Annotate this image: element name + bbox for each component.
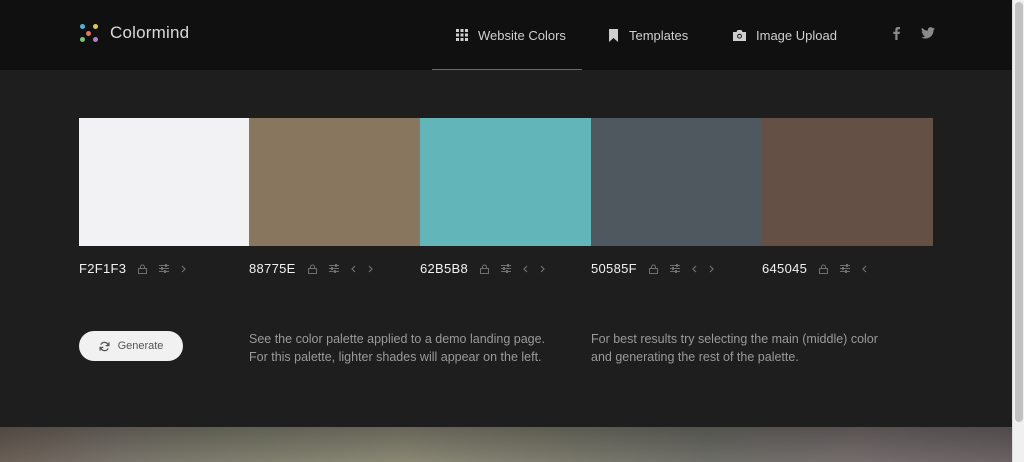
chevron-left-icon[interactable] xyxy=(350,265,356,273)
top-navbar: Colormind Website Colors Templates Image… xyxy=(0,0,1012,70)
scrollbar-thumb[interactable] xyxy=(1015,2,1023,422)
color-swatch-4[interactable] xyxy=(591,118,762,246)
facebook-icon[interactable] xyxy=(893,27,900,43)
grid-icon xyxy=(456,29,468,41)
chevron-right-icon[interactable] xyxy=(181,265,187,273)
hex-code[interactable]: 88775E xyxy=(249,261,296,276)
generate-label: Generate xyxy=(117,340,164,352)
lock-icon[interactable] xyxy=(138,264,148,274)
color-swatch-1[interactable] xyxy=(79,118,249,246)
adjust-sliders-icon[interactable] xyxy=(159,264,170,273)
info-line: For best results try selecting the main … xyxy=(591,332,878,346)
color-palette xyxy=(79,118,933,246)
chevron-left-icon[interactable] xyxy=(862,265,867,273)
chevron-right-icon[interactable] xyxy=(540,265,545,273)
bookmark-icon xyxy=(608,28,619,42)
info-line: For this palette, lighter shades will ap… xyxy=(249,350,542,364)
chevron-right-icon[interactable] xyxy=(709,265,714,273)
lock-icon[interactable] xyxy=(819,264,829,274)
color-swatch-2[interactable] xyxy=(249,118,420,246)
info-line: and generating the rest of the palette. xyxy=(591,350,799,364)
nav-image-upload[interactable]: Image Upload xyxy=(733,0,837,70)
adjust-sliders-icon[interactable] xyxy=(328,264,339,273)
demo-info-text: See the color palette applied to a demo … xyxy=(249,330,545,366)
lock-icon[interactable] xyxy=(307,264,317,274)
adjust-sliders-icon[interactable] xyxy=(501,264,512,273)
chevron-left-icon[interactable] xyxy=(523,265,528,273)
nav-website-colors[interactable]: Website Colors xyxy=(456,0,566,70)
chevron-left-icon[interactable] xyxy=(692,265,697,273)
hex-code[interactable]: 62B5B8 xyxy=(420,261,468,276)
swatch-controls-2: 88775E xyxy=(249,261,373,276)
nav-label: Templates xyxy=(629,27,689,43)
vertical-scrollbar[interactable] xyxy=(1012,0,1024,462)
hex-code[interactable]: F2F1F3 xyxy=(79,261,126,276)
lock-icon[interactable] xyxy=(480,264,490,274)
hex-code[interactable]: 645045 xyxy=(762,261,807,276)
swatch-controls-3: 62B5B8 xyxy=(420,261,545,276)
refresh-icon xyxy=(99,341,110,352)
swatch-controls-5: 645045 xyxy=(762,261,867,276)
color-swatch-3[interactable] xyxy=(420,118,591,246)
info-line: See the color palette applied to a demo … xyxy=(249,332,546,346)
swatch-controls-1: F2F1F3 xyxy=(79,261,187,276)
camera-icon xyxy=(733,29,746,41)
adjust-sliders-icon[interactable] xyxy=(840,264,851,273)
colormind-logo-icon xyxy=(78,22,100,44)
brand-logo[interactable]: Colormind xyxy=(78,22,189,44)
twitter-icon[interactable] xyxy=(921,27,935,42)
active-tab-indicator xyxy=(432,69,582,70)
demo-preview-image xyxy=(0,427,1012,462)
chevron-right-icon[interactable] xyxy=(368,265,373,273)
adjust-sliders-icon[interactable] xyxy=(669,264,680,273)
lock-icon[interactable] xyxy=(648,264,658,274)
nav-label: Website Colors xyxy=(478,27,566,43)
generate-button[interactable]: Generate xyxy=(79,331,183,361)
tip-text: For best results try selecting the main … xyxy=(591,330,878,366)
hex-code[interactable]: 50585F xyxy=(591,261,637,276)
nav-templates[interactable]: Templates xyxy=(608,0,688,70)
brand-name: Colormind xyxy=(110,23,190,42)
nav-label: Image Upload xyxy=(756,27,837,43)
color-swatch-5[interactable] xyxy=(762,118,933,246)
swatch-controls-4: 50585F xyxy=(591,261,714,276)
